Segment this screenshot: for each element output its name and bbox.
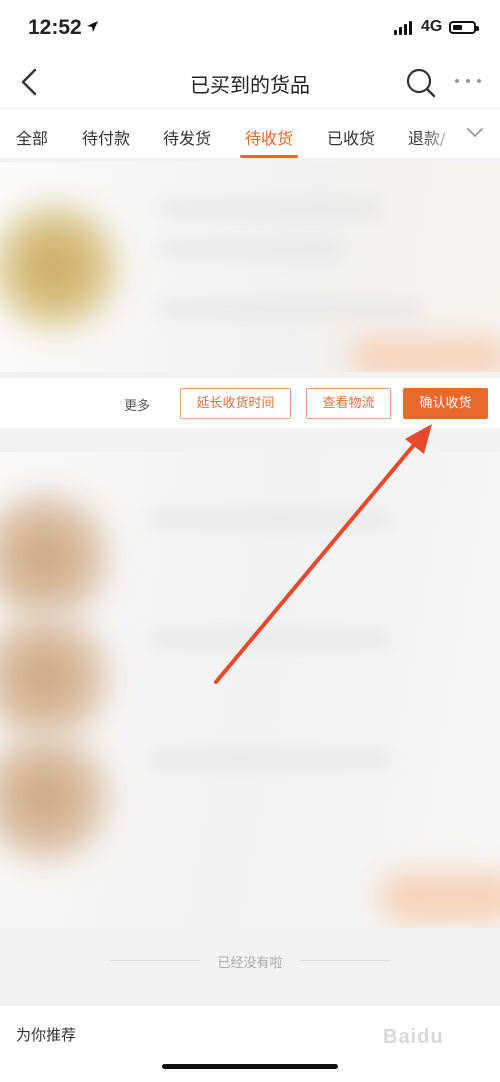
end-of-list: 已经没有啦	[0, 950, 500, 971]
watermark-logo: Baidu	[383, 1026, 444, 1048]
home-indicator	[162, 1064, 338, 1069]
recommend-title: 为你推荐	[16, 1026, 77, 1044]
end-of-list-text: 已经没有啦	[217, 956, 283, 971]
annotation-arrow	[214, 424, 432, 684]
